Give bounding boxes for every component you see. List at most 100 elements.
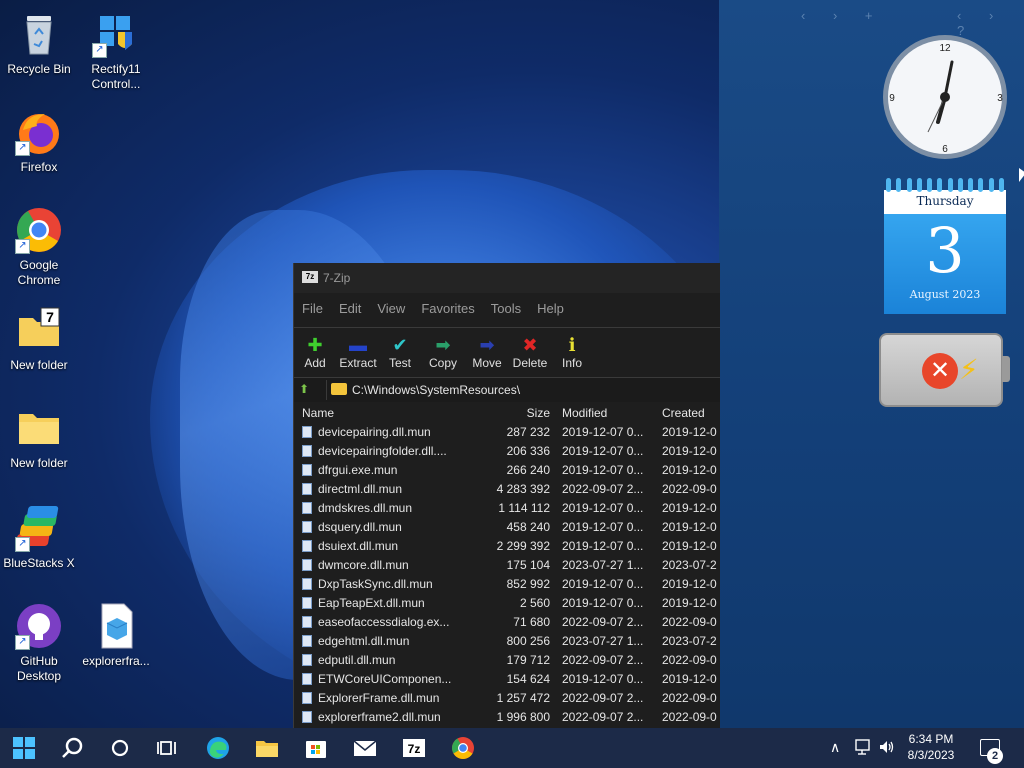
file-row[interactable]: DxpTaskSync.dll.mun 852 992 2019-12-07 0..… (294, 575, 720, 594)
move-arrow-icon: ➡ (479, 335, 495, 355)
toolbar: ✚ Add ▬ Extract ✔ Test ➡ Copy ➡ Move ✖ Delete … (294, 327, 720, 376)
firefox-icon: ↗ (15, 108, 63, 156)
column-modified[interactable]: Modified (562, 406, 607, 420)
address-bar: ⬆ C:\Windows\SystemResources\ (294, 377, 720, 402)
file-row[interactable]: devicepairing.dll.mun 287 232 2019-12-07 0… (294, 423, 720, 442)
desktop-icon-label: Google Chrome (17, 258, 61, 287)
desktop-icon-label: Firefox (20, 160, 58, 174)
test-button[interactable]: ✔ Test (386, 334, 414, 370)
menu-help[interactable]: Help (529, 297, 572, 321)
calendar-month-year: August 2023 (909, 288, 981, 301)
7zip-icon[interactable]: 7z (402, 736, 426, 760)
column-created[interactable]: Created (662, 406, 705, 420)
file-row[interactable]: ExplorerFrame.dll.mun 1 257 472 2022-09-07… (294, 689, 720, 708)
window-title: 7-Zip (323, 271, 351, 285)
file-icon (302, 616, 312, 628)
file-row[interactable]: easeofaccessdialog.ex... 71 680 2022-09-07… (294, 613, 720, 632)
desktop-icon-label: Recycle Bin (7, 62, 71, 76)
shortcut-arrow-icon: ↗ (15, 635, 30, 650)
folder-icon (15, 404, 63, 452)
start-icon[interactable] (12, 736, 36, 760)
minus-icon: ▬ (349, 335, 367, 355)
file-row[interactable]: dmdskres.dll.mun 1 114 112 2019-12-07 0...… (294, 499, 720, 518)
menu-view[interactable]: View (369, 297, 413, 321)
file-row[interactable]: dfrgui.exe.mun 266 240 2019-12-07 0... 2019… (294, 461, 720, 480)
bluestacks-icon: ↗ (15, 504, 63, 552)
task-view-icon[interactable] (156, 736, 180, 760)
file-row[interactable]: dwmcore.dll.mun 175 104 2023-07-27 1... 202… (294, 556, 720, 575)
menu-favorites[interactable]: Favorites (413, 297, 482, 321)
move-button[interactable]: ➡ Move (471, 334, 503, 370)
clock-numeral-9: 9 (889, 93, 895, 104)
desktop-icon-firefox[interactable]: ↗ Firefox (0, 108, 78, 175)
menu-edit[interactable]: Edit (331, 297, 369, 321)
extract-button[interactable]: ▬ Extract (338, 334, 378, 370)
menu-file[interactable]: File (294, 297, 331, 321)
copy-arrow-icon: ➡ (435, 335, 451, 355)
calendar-gadget[interactable]: Thursday 3 August 2023 (884, 178, 1006, 314)
file-row[interactable]: devicepairingfolder.dll.... 206 336 2019-1… (294, 442, 720, 461)
file-row[interactable]: dsuiext.dll.mun 2 299 392 2019-12-07 0... 2… (294, 537, 720, 556)
battery-gadget[interactable]: ✕ ⚡ (879, 333, 1003, 407)
desktop-icon-explorerframe[interactable]: explorerfra... (77, 602, 155, 669)
file-icon (302, 578, 312, 590)
taskbar-date: 8/3/2023 (907, 748, 955, 762)
clock-gadget[interactable]: 12 3 6 9 (880, 32, 1010, 162)
desktop-icon-chrome[interactable]: ↗ Google Chrome (0, 206, 78, 288)
battery-error-icon: ✕ (922, 353, 958, 389)
7zip-taskbar-label: 7z (408, 742, 421, 756)
shortcut-arrow-icon: ↗ (15, 239, 30, 254)
file-icon (302, 483, 312, 495)
chrome-icon[interactable] (451, 736, 475, 760)
network-icon[interactable] (854, 738, 872, 759)
file-row[interactable]: edgehtml.dll.mun 800 256 2023-07-27 1... 20… (294, 632, 720, 651)
chevron-up-icon[interactable]: ∧ (830, 739, 840, 756)
calendar-weekday: Thursday (916, 194, 974, 208)
chrome-icon: ↗ (15, 206, 63, 254)
info-button[interactable]: ℹ Info (561, 334, 583, 370)
calendar-rings (886, 178, 1004, 192)
7zip-window[interactable]: 7z 7-Zip File Edit View Favorites Tools … (293, 263, 720, 728)
path-text: C:\Windows\SystemResources\ (352, 383, 521, 397)
volume-icon[interactable] (878, 738, 896, 759)
file-explorer-icon[interactable] (255, 736, 279, 760)
file-list-header: Name Size Modified Created (294, 403, 720, 423)
desktop-icon-github-desktop[interactable]: ↗ GitHub Desktop (0, 602, 78, 684)
calendar-day-number: 3 (925, 214, 965, 287)
rectify11-shield-icon: ↗ (92, 10, 140, 58)
file-row[interactable]: dsquery.dll.mun 458 240 2019-12-07 0... 201… (294, 518, 720, 537)
add-button[interactable]: ✚ Add (302, 334, 328, 370)
taskbar-clock[interactable]: 6:34 PM 8/3/2023 (900, 731, 962, 763)
store-icon[interactable] (304, 736, 328, 760)
github-icon: ↗ (15, 602, 63, 650)
file-icon (302, 540, 312, 552)
edge-icon[interactable] (206, 736, 230, 760)
up-folder-icon[interactable]: ⬆ (299, 382, 313, 396)
desktop-icon-recycle-bin[interactable]: Recycle Bin (0, 10, 78, 77)
file-row[interactable]: directml.dll.mun 4 283 392 2022-09-07 2...… (294, 480, 720, 499)
desktop-icon-bluestacks[interactable]: ↗ BlueStacks X (0, 504, 78, 571)
file-row[interactable]: ETWCoreUIComponen... 154 624 2019-12-07 0.… (294, 670, 720, 689)
file-row[interactable]: edputil.dll.mun 179 712 2022-09-07 2... 202… (294, 651, 720, 670)
delete-button[interactable]: ✖ Delete (511, 334, 549, 370)
path-field[interactable]: C:\Windows\SystemResources\ (326, 380, 720, 400)
desktop-icon-new-folder-7z[interactable]: 7 New folder (0, 306, 78, 373)
search-icon[interactable] (60, 736, 84, 760)
panel-nav-arrows-left[interactable]: ‹ › + (801, 8, 884, 23)
desktop-icon-label: Rectify11 Control... (91, 62, 141, 91)
menu-tools[interactable]: Tools (483, 297, 529, 321)
desktop-icon-new-folder[interactable]: New folder (0, 404, 78, 471)
folder-7z-icon: 7 (15, 306, 63, 354)
desktop-icon-label: explorerfra... (82, 654, 150, 668)
window-titlebar[interactable]: 7z 7-Zip (294, 263, 720, 293)
mail-icon[interactable] (353, 736, 377, 760)
folder-icon (331, 383, 347, 395)
file-row[interactable]: explorerframe2.dll.mun 1 996 800 2022-09-0… (294, 708, 720, 727)
desktop-icon-label: New folder (10, 456, 68, 470)
desktop-icon-rectify11[interactable]: ↗ Rectify11 Control... (77, 10, 155, 92)
column-name[interactable]: Name (302, 406, 334, 420)
file-row[interactable]: EapTeapExt.dll.mun 2 560 2019-12-07 0... 20… (294, 594, 720, 613)
copy-button[interactable]: ➡ Copy (428, 334, 458, 370)
column-size[interactable]: Size (527, 406, 550, 420)
cortana-icon[interactable] (108, 736, 132, 760)
